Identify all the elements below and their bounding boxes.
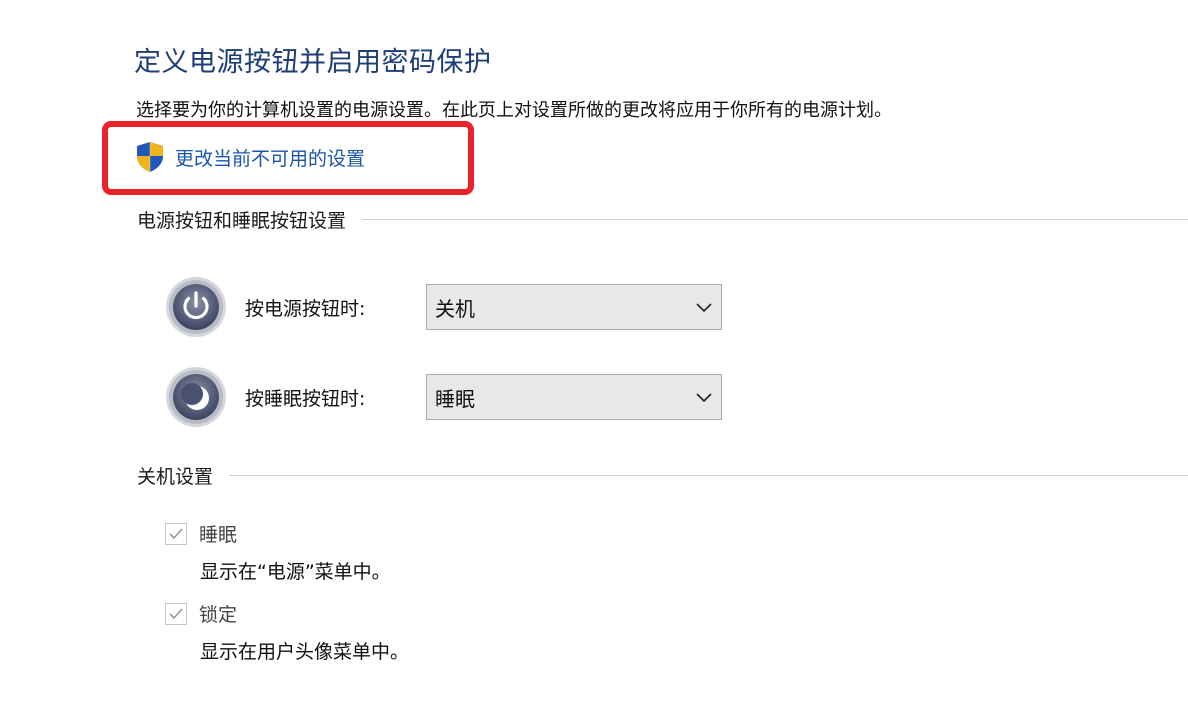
- lock-checkbox[interactable]: [165, 602, 187, 625]
- section-divider: [362, 219, 1188, 220]
- sleep-button-action-value: 睡眠: [435, 386, 475, 411]
- power-icon: [166, 277, 226, 337]
- shutdown-section-title: 关机设置: [137, 466, 214, 488]
- buttons-section-title: 电源按钮和睡眠按钮设置: [137, 210, 347, 232]
- power-button-action-value: 关机: [435, 296, 475, 321]
- buttons-section-header: 电源按钮和睡眠按钮设置: [137, 206, 1188, 233]
- lock-menu-option: 锁定 显示在用户头像菜单中。: [165, 600, 409, 664]
- sleep-button-row: 按睡眠按钮时: 睡眠: [165, 366, 722, 428]
- sleep-button-label: 按睡眠按钮时:: [245, 387, 366, 410]
- uac-shield-icon: [137, 142, 163, 172]
- change-settings-label: 更改当前不可用的设置: [175, 147, 366, 170]
- sleep-option-label: 睡眠: [199, 524, 238, 546]
- chevron-down-icon: [696, 393, 712, 403]
- checkmark-icon: [169, 607, 183, 619]
- lock-option-label: 锁定: [199, 604, 238, 626]
- shutdown-section-header: 关机设置: [137, 462, 1188, 489]
- section-divider: [229, 475, 1188, 476]
- power-button-action-dropdown[interactable]: 关机: [426, 284, 722, 330]
- lock-option-description: 显示在用户头像菜单中。: [200, 641, 410, 663]
- chevron-down-icon: [696, 303, 712, 313]
- sleep-icon: [166, 367, 226, 427]
- power-button-label: 按电源按钮时:: [245, 297, 366, 320]
- sleep-button-action-dropdown[interactable]: 睡眠: [426, 374, 722, 420]
- power-button-row: 按电源按钮时: 关机: [165, 276, 722, 338]
- checkmark-icon: [169, 527, 183, 539]
- power-options-page: 定义电源按钮并启用密码保护 选择要为你的计算机设置的电源设置。在此页上对设置所做…: [0, 0, 1188, 714]
- sleep-checkbox[interactable]: [165, 522, 187, 545]
- page-title: 定义电源按钮并启用密码保护: [134, 47, 492, 78]
- sleep-option-description: 显示在“电源”菜单中。: [200, 561, 391, 583]
- sleep-menu-option: 睡眠 显示在“电源”菜单中。: [165, 520, 391, 584]
- change-unavailable-settings-link[interactable]: 更改当前不可用的设置: [135, 141, 365, 173]
- page-description: 选择要为你的计算机设置的电源设置。在此页上对设置所做的更改将应用于你所有的电源计…: [136, 100, 892, 121]
